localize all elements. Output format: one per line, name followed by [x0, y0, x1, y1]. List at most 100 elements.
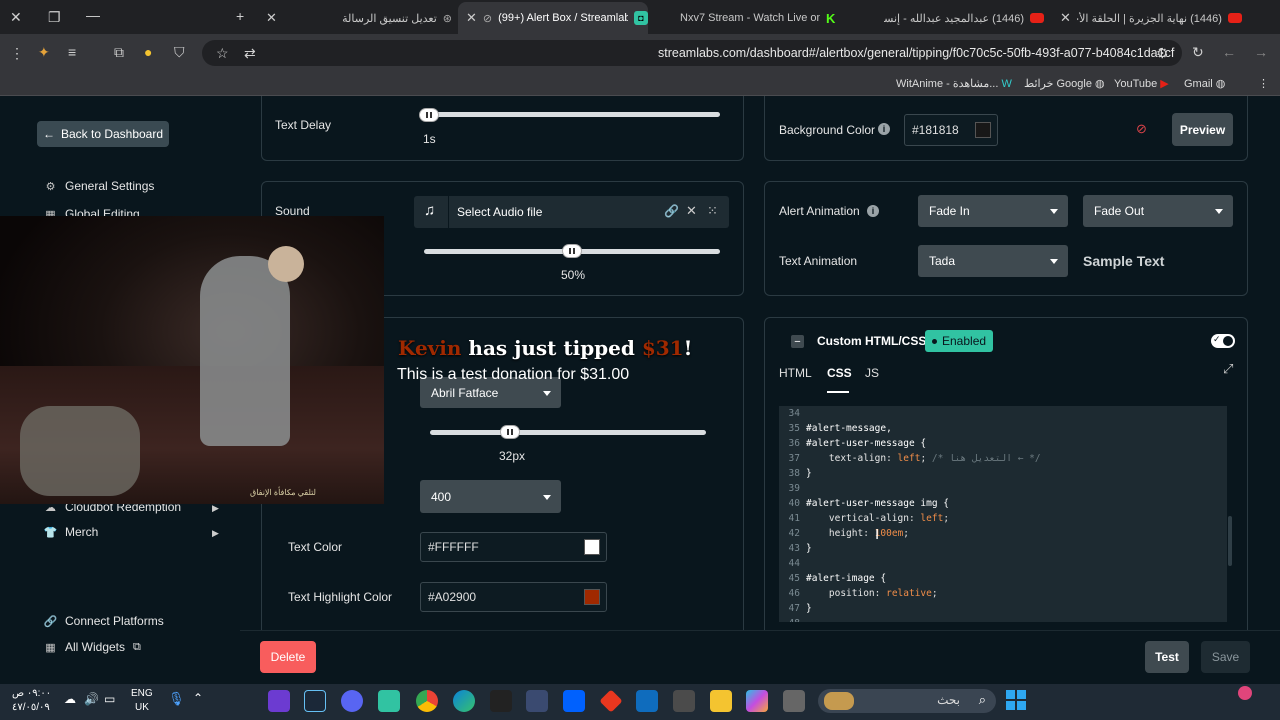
reader-icon[interactable]: ≡ — [68, 44, 76, 60]
video-overlay[interactable]: لتلقي مكافأة الإنفاق — [0, 216, 384, 504]
code-line[interactable]: 42 height: 100em; — [779, 526, 909, 541]
chevron-right-icon[interactable]: ▶ — [212, 528, 219, 539]
code-line[interactable]: 35 #alert-message, — [779, 421, 892, 436]
outlook-icon[interactable] — [636, 690, 658, 712]
app-icon-purple[interactable] — [268, 690, 290, 712]
tab-css[interactable]: CSS — [827, 366, 852, 380]
preview-button[interactable]: Preview — [1172, 113, 1233, 146]
code-line[interactable]: 47} — [779, 601, 812, 616]
volume-thumb[interactable] — [562, 244, 582, 258]
tab-close-icon[interactable]: ✕ — [266, 10, 277, 26]
url-text[interactable]: streamlabs.com/dashboard#/alertbox/gener… — [658, 46, 1174, 60]
dropbox-icon[interactable] — [563, 690, 585, 712]
extensions-puzzle-icon[interactable]: ⧉ — [114, 44, 124, 61]
copilot-icon[interactable] — [746, 690, 768, 712]
close-window-icon[interactable]: ✕ — [10, 9, 22, 26]
bookmark-star-icon[interactable]: ☆ — [216, 45, 229, 62]
expand-icon[interactable]: ⤢ — [1223, 361, 1233, 377]
code-line[interactable]: 41 vertical-align: left; — [779, 511, 950, 526]
code-line[interactable]: 39 — [779, 481, 806, 496]
info-icon[interactable]: i — [867, 205, 879, 217]
clock-date[interactable]: ٤٧/٠٥/٠٩ — [12, 702, 50, 713]
eye-slash-icon[interactable]: ⊘ — [1136, 121, 1147, 137]
store-icon[interactable] — [673, 690, 695, 712]
save-button[interactable]: Save — [1201, 641, 1250, 673]
region-indicator[interactable]: UK — [135, 702, 149, 713]
alert-animation-out-select[interactable]: Fade Out — [1083, 195, 1233, 227]
extension-badge-icon[interactable]: ● — [144, 44, 152, 60]
tab-html[interactable]: HTML — [779, 366, 812, 380]
sidebar-item-merch[interactable]: 👕 Merch — [44, 525, 99, 539]
app-icon-blue[interactable] — [526, 690, 548, 712]
tab-alert-box[interactable]: ✕ ⊘ (99+) Alert Box / Streamlabs ◘ — [458, 2, 648, 34]
tab-youtube-episode[interactable]: ✕ (1446) نهاية الجزيرة | الحلقة الأخيرة — [1056, 4, 1246, 32]
bookmark-witanime[interactable]: WitAnime - مشاهدة... W — [896, 77, 1012, 90]
sidebar-item-connect-platforms[interactable]: 🔗 Connect Platforms — [44, 614, 164, 628]
tab-message-format[interactable]: ✕ تعديل تنسيق الرسالة ⊛ — [262, 4, 452, 32]
reload-icon[interactable]: ↻ — [1192, 44, 1204, 61]
extension-icon[interactable]: ✦ — [38, 44, 50, 61]
media-gallery-icon[interactable]: ⁙ — [707, 203, 718, 219]
code-line[interactable]: 40 #alert-user-message img { — [779, 496, 949, 511]
text-delay-thumb[interactable] — [419, 108, 439, 122]
volume-icon[interactable]: 🔊 — [84, 692, 99, 706]
restore-window-icon[interactable]: ❐ — [48, 9, 61, 26]
chevron-up-icon[interactable]: ⌃ — [193, 691, 203, 705]
background-color-swatch[interactable] — [975, 122, 991, 138]
taskbar-search[interactable]: بحث ⌕ — [818, 689, 996, 713]
minimize-window-icon[interactable]: — — [86, 7, 100, 23]
bookmark-google-maps[interactable]: خرائط Google ◍ — [1024, 77, 1105, 90]
highlight-color-swatch[interactable] — [584, 589, 600, 605]
new-tab-icon[interactable]: + — [236, 8, 244, 24]
sidebar-item-general-settings[interactable]: ⚙ General Settings — [44, 179, 155, 193]
sidebar-item-all-widgets[interactable]: ▦ All Widgets ⧉ — [44, 640, 141, 654]
audio-file-picker[interactable]: ♫ Select Audio file 🔗 ✕ ⁙ — [414, 196, 729, 228]
chevron-right-icon[interactable]: ▶ — [212, 503, 219, 514]
code-line[interactable]: 48 — [779, 616, 806, 622]
bookmarks-more-icon[interactable]: ⋮ — [1258, 77, 1269, 90]
back-to-dashboard-button[interactable]: ← Back to Dashboard — [37, 121, 169, 147]
highlight-color-input[interactable]: #A02900 — [420, 582, 607, 612]
windows-start-icon[interactable] — [1006, 690, 1026, 710]
link-icon[interactable]: 🔗 — [664, 204, 679, 218]
streamlabs-icon[interactable] — [378, 690, 400, 712]
font-weight-select[interactable]: 400 — [420, 480, 561, 513]
bookmark-gmail[interactable]: Gmail ◍ — [1184, 77, 1225, 90]
test-button[interactable]: Test — [1145, 641, 1189, 673]
custom-code-toggle[interactable]: ✓ — [1211, 334, 1235, 348]
code-line[interactable]: 44 — [779, 556, 806, 571]
tab-js[interactable]: JS — [865, 366, 879, 380]
tab-close-icon[interactable]: ✕ — [1060, 10, 1071, 26]
collapse-icon[interactable]: − — [791, 335, 804, 348]
text-animation-select[interactable]: Tada — [918, 245, 1068, 277]
edge-icon[interactable] — [453, 690, 475, 712]
back-icon[interactable]: ← — [1222, 44, 1236, 60]
font-size-slider[interactable] — [430, 430, 706, 435]
tab-kick-stream[interactable]: Nxv7 Stream - Watch Live on Kick K — [656, 4, 846, 32]
language-indicator[interactable]: ENG — [131, 688, 153, 699]
font-size-thumb[interactable] — [500, 425, 521, 439]
discord-icon[interactable] — [341, 690, 363, 712]
site-settings-icon[interactable]: ⚙ — [1156, 45, 1169, 62]
code-line[interactable]: 37 text-align: left; /* التعديل هنا ← */ — [779, 451, 1041, 466]
epic-games-icon[interactable] — [490, 690, 512, 712]
info-icon[interactable]: i — [878, 123, 890, 135]
microphone-icon[interactable]: 🎙 — [168, 691, 185, 707]
text-color-input[interactable]: #FFFFFF — [420, 532, 607, 562]
delete-button[interactable]: Delete — [260, 641, 316, 673]
close-icon[interactable]: ✕ — [686, 203, 697, 219]
chrome-icon[interactable] — [416, 690, 438, 712]
shield-icon[interactable]: ⛉ — [174, 44, 185, 61]
alert-animation-in-select[interactable]: Fade In — [918, 195, 1068, 227]
code-line[interactable]: 46 position: relative; — [779, 586, 938, 601]
steam-icon[interactable] — [304, 690, 326, 712]
code-line[interactable]: 34 — [779, 406, 806, 421]
tab-youtube-song[interactable]: (1446) عبدالمجيد عبدالله - إنسان — [856, 4, 1046, 32]
cloud-upload-icon[interactable]: ☁ — [64, 692, 76, 706]
clock-time[interactable]: ٠٩:٠٠ ص — [12, 688, 51, 699]
translate-icon[interactable]: ⇄ — [244, 45, 256, 62]
text-delay-slider[interactable] — [424, 112, 720, 117]
network-icon[interactable]: ▭ — [104, 692, 115, 706]
code-line[interactable]: 45 #alert-image { — [779, 571, 887, 586]
notification-icon[interactable] — [1238, 686, 1252, 700]
